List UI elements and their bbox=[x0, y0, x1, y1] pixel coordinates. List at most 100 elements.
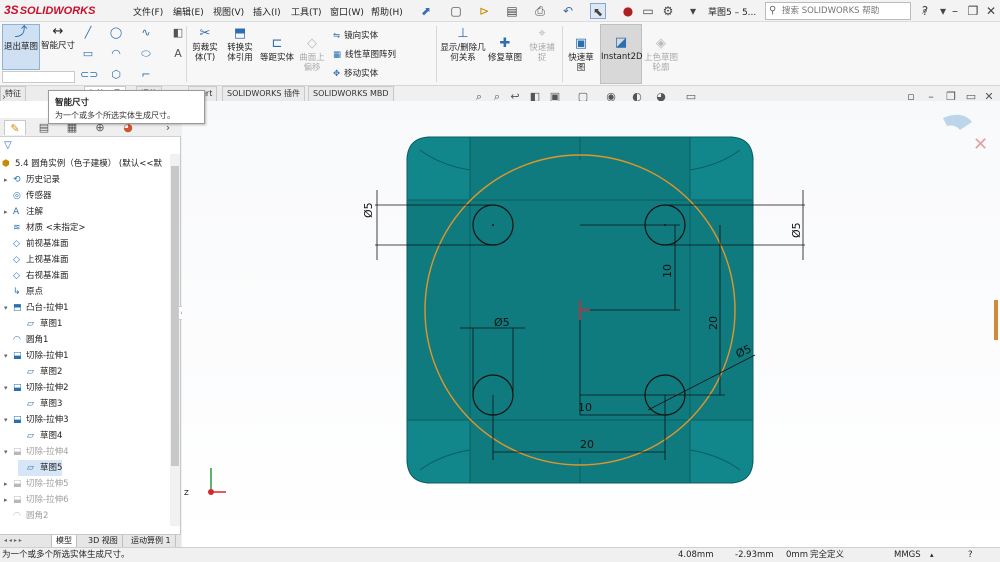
dim-dist-20-horizontal[interactable]: 20 bbox=[580, 438, 594, 451]
repair-sketch-button[interactable]: ✚ 修复草图 bbox=[488, 36, 522, 63]
line-icon[interactable]: ╱ bbox=[80, 26, 96, 40]
status-help-icon[interactable]: ? bbox=[968, 549, 973, 562]
tree-item[interactable]: ▱ 草图4 bbox=[18, 428, 62, 444]
print-icon[interactable]: ⎙ bbox=[532, 3, 548, 19]
dim-dist-10-vertical[interactable]: 10 bbox=[661, 264, 674, 278]
tree-item[interactable]: ↳ 原点 bbox=[4, 284, 43, 300]
tree-item[interactable]: ◇ 上视基准面 bbox=[4, 252, 69, 268]
quick-snaps-button[interactable]: ⌖ 快速捕捉 bbox=[526, 26, 558, 63]
circle-icon[interactable]: ◯ bbox=[108, 26, 124, 40]
tree-item[interactable]: ▾ ⬒ 凸台-拉伸1 bbox=[4, 300, 68, 316]
mirror-entities-button[interactable]: ⇋ 镜向实体 bbox=[333, 29, 378, 41]
menu-tools[interactable]: 工具(T) bbox=[291, 5, 322, 18]
tree-item[interactable]: ▱ 草图3 bbox=[18, 396, 62, 412]
confirm-sketch-icon[interactable] bbox=[943, 114, 972, 130]
tree-item[interactable]: ▸ A 注解 bbox=[4, 204, 43, 220]
dim-dia-middle[interactable]: Ø5 bbox=[494, 316, 510, 329]
tree-expand-arrow-icon[interactable]: ▾ bbox=[4, 380, 13, 396]
tree-item[interactable]: ◎ 传感器 bbox=[4, 188, 52, 204]
feature-tree-tab-icon[interactable]: ✎ bbox=[4, 120, 26, 135]
minimize-icon[interactable]: – bbox=[947, 3, 963, 19]
graphics-area[interactable]: Ø5 Ø5 Ø5 Ø5 10 20 10 20 Z ✕ bbox=[182, 101, 1000, 547]
dropdown-icon[interactable]: ▾ bbox=[685, 3, 701, 19]
smart-dimension-button[interactable]: ↔ 智能尺寸 bbox=[41, 24, 75, 70]
menu-insert[interactable]: 插入(I) bbox=[253, 5, 281, 18]
tree-item[interactable]: ◇ 前视基准面 bbox=[4, 236, 69, 252]
help-icon[interactable]: ? bbox=[917, 3, 933, 19]
linear-pattern-button[interactable]: ▦ 线性草图阵列 bbox=[333, 48, 396, 60]
convert-entities-button[interactable]: ⬒ 转换实体引用 bbox=[224, 26, 256, 63]
filter-icon[interactable]: ▽ bbox=[4, 140, 12, 151]
display-relations-button[interactable]: ⊥ 显示/删除几何关系 bbox=[440, 26, 486, 63]
menu-edit[interactable]: 编辑(E) bbox=[173, 5, 204, 18]
dim-dist-10-horizontal[interactable]: 10 bbox=[578, 401, 592, 414]
close-icon[interactable]: ✕ bbox=[983, 3, 999, 19]
undo-icon[interactable]: ↶ bbox=[560, 3, 576, 19]
options-icon[interactable]: ⚙ bbox=[660, 3, 676, 19]
rectangle-icon[interactable]: ▭ bbox=[80, 47, 96, 61]
file-props-icon[interactable]: ▭ bbox=[640, 3, 656, 19]
tab-mbd[interactable]: SOLIDWORKS MBD bbox=[308, 86, 394, 101]
pin-icon[interactable]: ⬈ bbox=[418, 3, 434, 19]
select-icon[interactable]: ⬉ bbox=[590, 3, 606, 19]
offset-entities-button[interactable]: ⊏ 等距实体 bbox=[260, 36, 294, 63]
search-input[interactable] bbox=[782, 3, 906, 19]
menu-view[interactable]: 视图(V) bbox=[213, 5, 244, 18]
tree-item[interactable]: ◇ 右视基准面 bbox=[4, 268, 69, 284]
tree-item[interactable]: ≋ 材质 <未指定> bbox=[4, 220, 85, 236]
plane-sketch-icon[interactable]: ◧ bbox=[170, 26, 186, 40]
expand-arrow-icon[interactable]: › bbox=[2, 92, 6, 103]
units-dropdown-icon[interactable]: ▴ bbox=[930, 549, 934, 562]
tree-item[interactable]: ◠ 圆角2 bbox=[4, 508, 48, 524]
ellipse-icon[interactable]: ⬭ bbox=[138, 47, 154, 61]
status-units[interactable]: MMGS bbox=[894, 549, 921, 562]
polygon-icon[interactable]: ⬡ bbox=[108, 68, 124, 82]
tree-item[interactable]: ▸ ⟲ 历史记录 bbox=[4, 172, 60, 188]
slot-icon[interactable]: ⊂⊃ bbox=[80, 68, 98, 82]
rebuild-icon[interactable]: ● bbox=[620, 3, 636, 19]
tree-expand-arrow-icon[interactable]: ▾ bbox=[4, 412, 13, 428]
tree-root[interactable]: ⬢ 5.4 圆角实例（色子建模） (默认<<默 bbox=[2, 156, 162, 172]
tree-item[interactable]: ▱ 草图5 bbox=[18, 460, 63, 476]
cancel-sketch-icon[interactable]: ✕ bbox=[973, 134, 988, 155]
dim-dia-top-left[interactable]: Ø5 bbox=[362, 202, 375, 218]
move-entities-button[interactable]: ✥ 移动实体 bbox=[333, 67, 378, 79]
exit-sketch-button[interactable]: ⤴ 退出草图 bbox=[2, 24, 40, 70]
save-icon[interactable]: ▤ bbox=[504, 3, 520, 19]
tree-item[interactable]: ▾ ⬓ 切除-拉伸4 bbox=[4, 444, 68, 460]
help-search[interactable]: ⚲ ⌕ bbox=[765, 2, 928, 20]
tree-expand-arrow-icon[interactable]: ▾ bbox=[4, 348, 13, 364]
tree-scrollbar[interactable] bbox=[170, 154, 180, 526]
tree-expand-arrow-icon[interactable]: ▾ bbox=[4, 300, 13, 316]
tree-item[interactable]: ▸ ⬓ 切除-拉伸6 bbox=[4, 492, 68, 508]
tree-expand-arrow-icon[interactable]: ▾ bbox=[4, 444, 13, 460]
tree-expand-arrow-icon[interactable]: ▸ bbox=[4, 172, 13, 188]
dim-dropdown[interactable] bbox=[2, 71, 75, 83]
tree-expand-arrow-icon[interactable]: ▸ bbox=[4, 492, 13, 508]
menu-file[interactable]: 文件(F) bbox=[133, 5, 163, 18]
open-icon[interactable]: ⊳ bbox=[476, 3, 492, 19]
spline-icon[interactable]: ∿ bbox=[138, 26, 154, 40]
tree-item[interactable]: ▾ ⬓ 切除-拉伸3 bbox=[4, 412, 68, 428]
arc-icon[interactable]: ◠ bbox=[108, 47, 124, 61]
trim-button[interactable]: ✂ 剪裁实体(T) bbox=[190, 26, 220, 63]
dim-dist-20-vertical[interactable]: 20 bbox=[707, 316, 720, 330]
model-view[interactable]: Ø5 Ø5 Ø5 Ø5 10 20 10 20 Z ✕ bbox=[182, 101, 1000, 547]
tree-item[interactable]: ▾ ⬓ 切除-拉伸2 bbox=[4, 380, 68, 396]
tree-item[interactable]: ▱ 草图1 bbox=[18, 316, 62, 332]
menu-help[interactable]: 帮助(H) bbox=[371, 5, 403, 18]
surface-offset-button[interactable]: ◇ 曲面上偏移 bbox=[296, 36, 328, 73]
tab-addins[interactable]: SOLIDWORKS 插件 bbox=[222, 86, 305, 101]
tree-item[interactable]: ▾ ⬓ 切除-拉伸1 bbox=[4, 348, 68, 364]
shaded-contours-button[interactable]: ◈ 上色草图轮廓 bbox=[644, 36, 678, 73]
tree-item[interactable]: ▱ 草图2 bbox=[18, 364, 62, 380]
tree-item[interactable]: ◠ 圆角1 bbox=[4, 332, 48, 348]
fillet-sketch-icon[interactable]: ⌐ bbox=[138, 68, 154, 82]
dim-dia-top-right[interactable]: Ø5 bbox=[790, 222, 803, 238]
tree-expand-arrow-icon[interactable]: ▸ bbox=[4, 204, 13, 220]
instant2d-button[interactable]: ◪ Instant2D bbox=[600, 24, 643, 84]
menu-window[interactable]: 窗口(W) bbox=[330, 5, 364, 18]
rapid-sketch-button[interactable]: ▣ 快速草图 bbox=[565, 36, 597, 73]
tree-item[interactable]: ▸ ⬓ 切除-拉伸5 bbox=[4, 476, 68, 492]
text-icon[interactable]: A bbox=[170, 47, 186, 61]
